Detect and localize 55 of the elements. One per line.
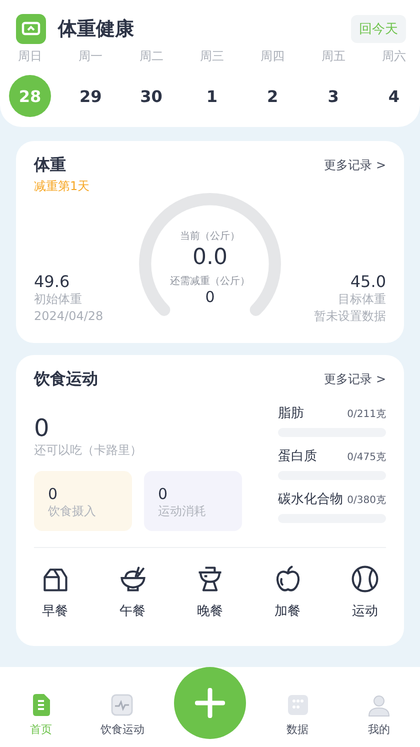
weekday-label: 周四	[260, 48, 285, 65]
start-weight: 49.6	[34, 272, 70, 291]
date-button[interactable]: 1	[190, 75, 233, 117]
date-button[interactable]: 30	[130, 75, 172, 117]
nutrient-amount: 0/211克	[347, 408, 386, 421]
burn-label: 运动消耗	[158, 503, 207, 520]
meal-button[interactable]: 晚餐	[195, 564, 225, 620]
date-button[interactable]: 29	[70, 75, 112, 117]
app-title: 体重健康	[58, 17, 135, 42]
intake-label: 饮食摄入	[48, 503, 97, 520]
burn-value: 0	[158, 485, 169, 503]
meal-button[interactable]: 加餐	[272, 564, 302, 620]
card-title: 饮食运动	[34, 369, 98, 390]
grid-icon	[286, 693, 310, 717]
nutrient-name: 蛋白质	[278, 448, 317, 465]
card-title: 体重	[34, 155, 66, 176]
nutrient-amount: 0/475克	[347, 450, 386, 464]
weekday-label: 周日	[18, 48, 42, 65]
nav-tab[interactable]: 饮食运动	[92, 693, 152, 737]
weekday-label: 周二	[139, 48, 164, 65]
date-button[interactable]: 4	[372, 75, 415, 117]
streak-label: 减重第1天	[34, 178, 91, 195]
date-button[interactable]: 3	[312, 75, 354, 117]
nutrient-amount: 0/380克	[347, 494, 386, 507]
rice-bowl-icon	[118, 564, 148, 594]
target-weight-label: 目标体重	[338, 291, 386, 308]
current-label: 当前（公斤）	[180, 230, 240, 243]
remaining-weight: 0	[205, 288, 215, 306]
plus-icon	[194, 688, 225, 718]
weekday-label: 周一	[78, 48, 103, 65]
weekday-label: 周五	[321, 48, 346, 65]
intake-value: 0	[48, 485, 59, 503]
start-date: 2024/04/28	[34, 308, 104, 325]
calories-value: 0	[34, 414, 50, 442]
current-weight: 0.0	[192, 245, 228, 270]
pulse-icon	[110, 693, 134, 717]
nutrient-name: 碳水化合物	[278, 491, 343, 508]
meal-button[interactable]: 早餐	[40, 564, 70, 620]
weekday-label: 周三	[200, 48, 224, 65]
nav-tab[interactable]: 数据	[268, 693, 328, 737]
date-button[interactable]: 2	[252, 75, 294, 117]
nav-tab[interactable]: 我的	[349, 693, 410, 737]
weekday-label: 周六	[382, 48, 406, 65]
start-weight-label: 初始体重	[34, 291, 82, 308]
target-weight: 45.0	[350, 272, 386, 291]
meal-button[interactable]: 运动	[350, 564, 380, 620]
ball-icon	[350, 564, 380, 594]
more-records-link[interactable]: 更多记录 >	[324, 157, 386, 174]
meal-button[interactable]: 午餐	[118, 564, 148, 620]
calories-label: 还可以吃（卡路里）	[34, 442, 143, 459]
nutrient-name: 脂肪	[278, 405, 304, 422]
remaining-label: 还需减重（公斤）	[170, 274, 250, 288]
target-note: 暂未设置数据	[314, 308, 386, 325]
user-icon	[367, 693, 392, 717]
more-records-link[interactable]: 更多记录 >	[324, 371, 386, 388]
